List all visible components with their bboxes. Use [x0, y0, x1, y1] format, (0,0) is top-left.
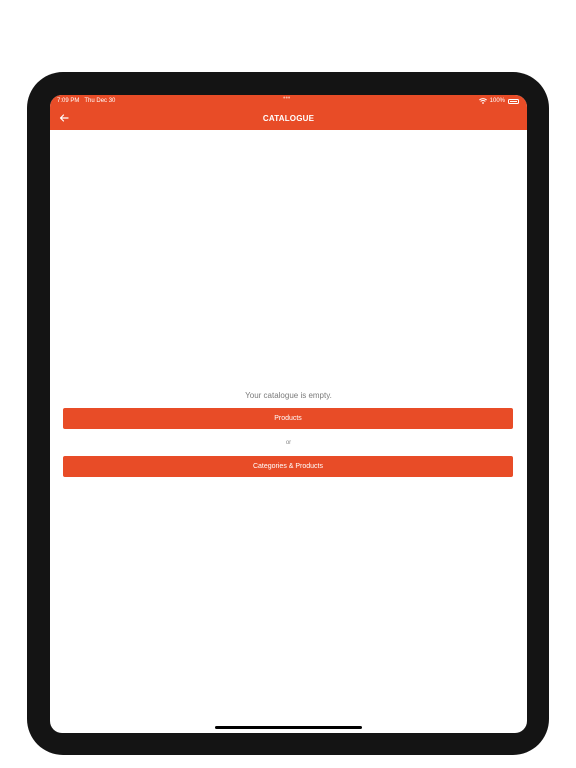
- page-title: CATALOGUE: [262, 114, 315, 123]
- status-bar-left: 7:09 PM Thu Dec 30: [57, 97, 120, 105]
- products-button[interactable]: Products: [63, 408, 513, 429]
- battery-percentage: 100%: [489, 98, 505, 104]
- status-time: 7:09 PM: [57, 98, 80, 104]
- app-screen: 7:09 PM Thu Dec 30 ••• 100% CATALOGUE You…: [50, 95, 527, 733]
- status-bar-right: 100%: [478, 97, 519, 105]
- wifi-icon: [478, 98, 487, 104]
- empty-state-message: Your catalogue is empty.: [245, 391, 332, 400]
- status-date: Thu Dec 30: [84, 98, 116, 104]
- battery-icon: [508, 98, 519, 104]
- home-indicator[interactable]: [215, 726, 362, 729]
- or-separator: or: [285, 440, 292, 446]
- categories-products-button[interactable]: Categories & Products: [63, 456, 513, 477]
- multitasking-dots-icon[interactable]: •••: [283, 95, 290, 102]
- app-header: 7:09 PM Thu Dec 30 ••• 100% CATALOGUE: [50, 95, 527, 130]
